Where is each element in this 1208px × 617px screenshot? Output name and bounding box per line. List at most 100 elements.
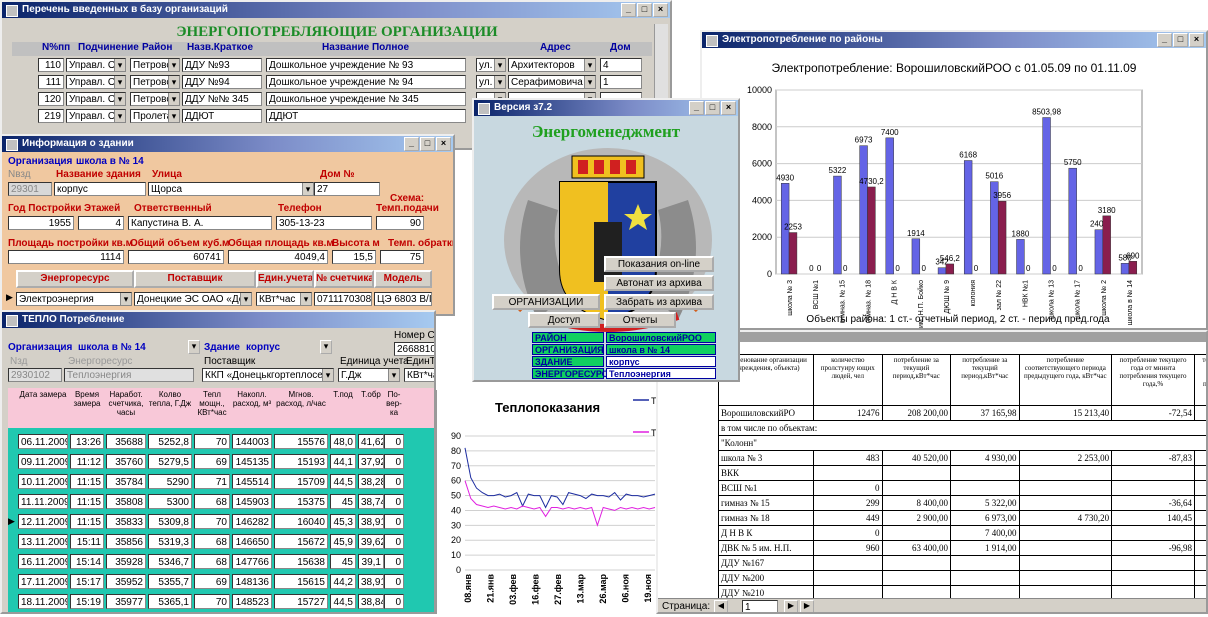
table-cell[interactable]: 44,5 [330, 474, 356, 489]
org-district[interactable]: Петровск [130, 58, 180, 72]
org-street-type[interactable]: ул. [476, 75, 506, 89]
heat-titlebar[interactable]: ТЕПЛО Потребление [2, 312, 434, 328]
height-field[interactable]: 15,5 [332, 250, 376, 264]
org-sub[interactable]: Управл. Об [66, 109, 126, 123]
table-cell[interactable]: 15:14 [70, 554, 104, 569]
next-page-icon[interactable]: ▶ [784, 600, 798, 614]
table-cell[interactable]: 44,1 [330, 454, 356, 469]
table-cell[interactable]: 17.11.2009 [18, 574, 68, 589]
maximize-icon[interactable]: □ [420, 137, 435, 151]
tab-resource[interactable]: Энергоресурс [16, 270, 134, 288]
org-house[interactable]: 4 [600, 58, 642, 72]
table-cell[interactable]: 35856 [106, 534, 146, 549]
table-cell[interactable]: 35952 [106, 574, 146, 589]
heat-meter-field[interactable]: 2668810/05 [394, 342, 436, 356]
table-cell[interactable]: 15193 [274, 454, 328, 469]
table-cell[interactable]: 35977 [106, 594, 146, 609]
table-cell[interactable]: 0 [384, 514, 404, 529]
table-cell[interactable]: 146650 [232, 534, 272, 549]
orgs-button[interactable]: ОРГАНИЗАЦИИ [492, 294, 600, 310]
close-icon[interactable]: × [653, 3, 668, 17]
org-house[interactable]: 1 [600, 75, 642, 89]
org-sub[interactable]: Управл. Об [66, 58, 126, 72]
table-cell[interactable]: 10.11.2009 [18, 474, 68, 489]
org-n[interactable]: 120 [38, 92, 64, 106]
phone-field[interactable]: 305-13-23 [276, 216, 372, 230]
org-dropdown-icon[interactable]: ▾ [188, 340, 200, 354]
org-full[interactable]: ДДЮТ [266, 109, 466, 123]
table-cell[interactable]: 15672 [274, 534, 328, 549]
table-cell[interactable]: 45,9 [330, 534, 356, 549]
area-field[interactable]: 1114 [8, 250, 124, 264]
heat-resource-field[interactable]: Теплоэнергия [64, 368, 194, 382]
table-cell[interactable]: 0 [384, 554, 404, 569]
building-dropdown-icon[interactable]: ▾ [320, 340, 332, 354]
resource-combo[interactable]: Электроэнергия [16, 292, 132, 306]
table-cell[interactable]: 0 [384, 574, 404, 589]
table-cell[interactable]: 35928 [106, 554, 146, 569]
tab-meter[interactable]: № счетчика [314, 270, 374, 288]
record-selector-icon[interactable]: ▶ [6, 292, 13, 303]
table-cell[interactable]: 11:12 [70, 454, 104, 469]
table-cell[interactable]: 45 [330, 494, 356, 509]
table-row[interactable]: 16.11.200915:14359285346,768147766156384… [8, 552, 434, 571]
table-cell[interactable]: 69 [194, 574, 230, 589]
table-cell[interactable]: 0 [384, 434, 404, 449]
table-row[interactable]: 13.11.200915:11358565319,368146650156724… [8, 532, 434, 551]
table-cell[interactable]: 0 [384, 454, 404, 469]
table-row[interactable]: 06.11.200913:26356885252,870144003155764… [8, 432, 434, 451]
access-button[interactable]: Доступ [528, 312, 600, 328]
table-cell[interactable]: 0 [384, 474, 404, 489]
auto-archive-button[interactable]: Автонат из архива [604, 275, 714, 291]
building-titlebar[interactable]: Информация о здании _□× [2, 136, 453, 152]
total-area-field[interactable]: 4049,4 [228, 250, 328, 264]
tab-supplier[interactable]: Поставщик [134, 270, 256, 288]
table-cell[interactable]: 5355,7 [148, 574, 192, 589]
table-cell[interactable]: 5309,8 [148, 514, 192, 529]
table-cell[interactable]: 16.11.2009 [18, 554, 68, 569]
table-cell[interactable]: 148136 [232, 574, 272, 589]
org-short[interactable]: ДДЮТ [182, 109, 262, 123]
heat-supplier-field[interactable]: ККП «Донецькгортеплосете [202, 368, 334, 382]
maximize-icon[interactable]: □ [1173, 33, 1188, 47]
table-cell[interactable]: 38,84 [358, 594, 384, 609]
table-cell[interactable]: 41,62 [358, 434, 384, 449]
table-cell[interactable]: 0 [384, 494, 404, 509]
last-page-icon[interactable]: ▶ [800, 600, 814, 614]
filter-value[interactable]: школа в № 14 [606, 344, 716, 355]
model-field[interactable]: ЦЭ 6803 В/I [374, 292, 432, 306]
org-full[interactable]: Дошкольное учреждение № 93 [266, 58, 466, 72]
table-cell[interactable]: 145903 [232, 494, 272, 509]
org-district[interactable]: Петровск [130, 75, 180, 89]
table-cell[interactable]: 145514 [232, 474, 272, 489]
table-cell[interactable]: 5365,1 [148, 594, 192, 609]
table-cell[interactable]: 15638 [274, 554, 328, 569]
table-row[interactable]: 10.11.200911:15357845290711455141570944,… [8, 472, 434, 491]
minimize-icon[interactable]: _ [1157, 33, 1172, 47]
filter-value[interactable]: ВорошиловскийРОО [606, 332, 716, 343]
maximize-icon[interactable]: □ [637, 3, 652, 17]
org-short[interactable]: ДДУ №93 [182, 58, 262, 72]
table-cell[interactable]: 147766 [232, 554, 272, 569]
org-street[interactable]: Архитекторов [508, 58, 596, 72]
table-cell[interactable]: 15:11 [70, 534, 104, 549]
org-sub[interactable]: Управл. Об [66, 75, 126, 89]
filter-value[interactable]: корпус [606, 356, 716, 367]
unit-combo[interactable]: КВт*час [256, 292, 312, 306]
table-cell[interactable]: 39,1 [358, 554, 384, 569]
table-row[interactable]: 17.11.200915:17359525355,769148136156154… [8, 572, 434, 591]
table-cell[interactable]: 35784 [106, 474, 146, 489]
year-field[interactable]: 1955 [8, 216, 74, 230]
online-button[interactable]: Показания on-line [604, 256, 714, 272]
table-cell[interactable]: 12.11.2009 [18, 514, 68, 529]
table-cell[interactable]: 15:17 [70, 574, 104, 589]
table-cell[interactable]: 70 [194, 594, 230, 609]
table-cell[interactable]: 35833 [106, 514, 146, 529]
table-cell[interactable]: 5290 [148, 474, 192, 489]
table-cell[interactable]: 13.11.2009 [18, 534, 68, 549]
table-cell[interactable]: 15709 [274, 474, 328, 489]
building-name-field[interactable]: корпус [54, 182, 146, 196]
org-full[interactable]: Дошкольное учреждение № 345 [266, 92, 466, 106]
tab-unit[interactable]: Един.учета [256, 270, 314, 288]
table-cell[interactable]: 44,5 [330, 594, 356, 609]
